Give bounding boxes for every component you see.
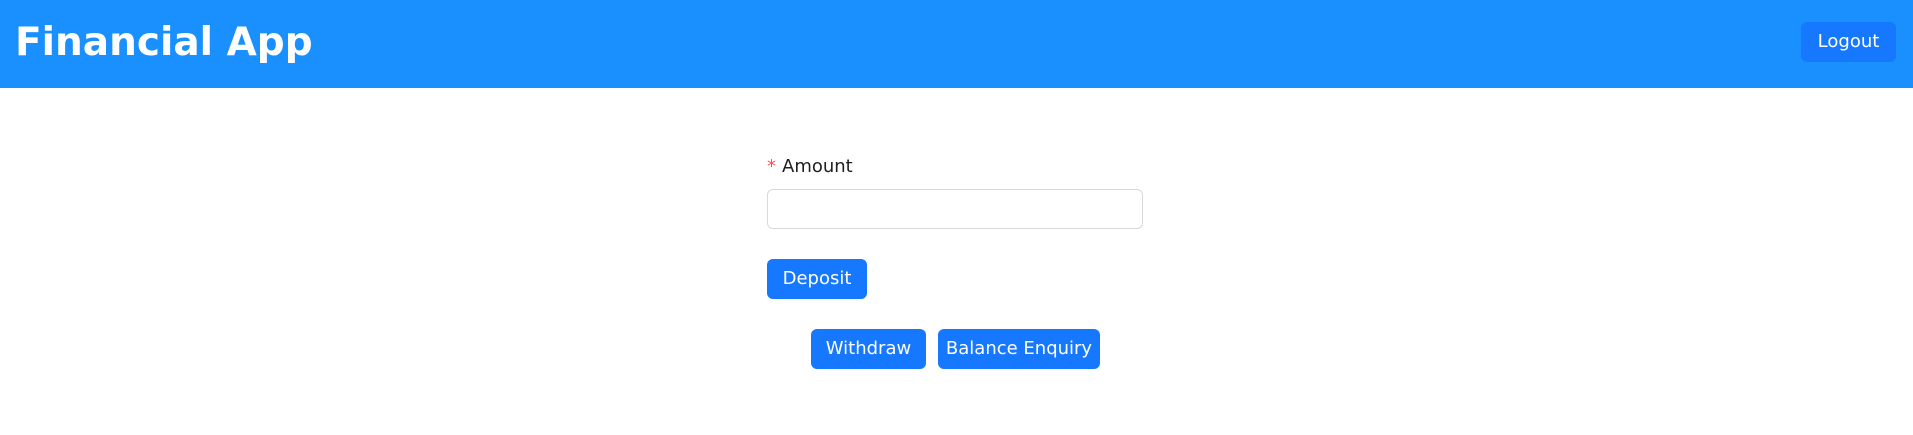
- amount-label: * Amount: [767, 155, 853, 179]
- amount-input[interactable]: [767, 189, 1143, 229]
- deposit-button[interactable]: Deposit: [767, 259, 867, 299]
- balance-enquiry-button[interactable]: Balance Enquiry: [938, 329, 1100, 369]
- app-header: Financial App Logout: [0, 0, 1913, 88]
- withdraw-button[interactable]: Withdraw: [811, 329, 926, 369]
- required-mark: *: [767, 156, 776, 177]
- amount-label-text: Amount: [782, 156, 853, 177]
- app-title: Financial App: [15, 20, 313, 65]
- logout-button[interactable]: Logout: [1801, 22, 1896, 62]
